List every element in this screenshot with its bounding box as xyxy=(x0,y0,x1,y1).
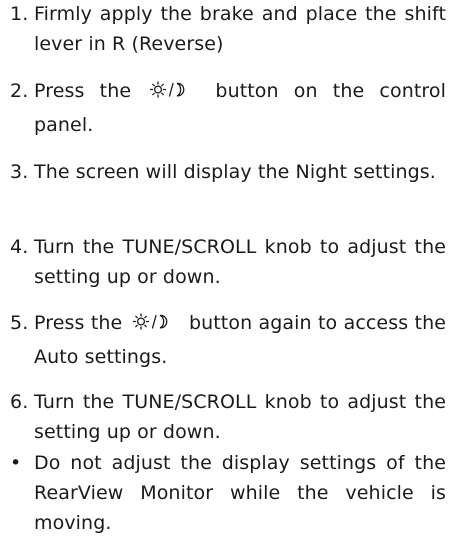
step-text: Press the xyxy=(34,308,446,372)
step-text-before: Press the xyxy=(34,80,132,102)
step-text: The screen will display the Night settin… xyxy=(34,161,436,183)
sun-moon-icon xyxy=(150,80,188,110)
step-3: 3. The screen will display the Night set… xyxy=(10,157,446,187)
step-text: Firmly apply the brake and place the shi… xyxy=(34,3,446,55)
step-4: 4. Turn the TUNE/SCROLL knob to adjust t… xyxy=(10,232,446,292)
step-number: 2. xyxy=(10,80,29,102)
step-6: 6. Turn the TUNE/SCROLL knob to adjust t… xyxy=(10,387,446,447)
step-text: Turn the TUNE/SCROLL knob to adjust the … xyxy=(34,391,446,443)
step-5: 5. Press the button again to access the … xyxy=(10,308,446,372)
instructions-page: 1. Firmly apply the brake and place the … xyxy=(0,0,460,534)
step-number: 4. xyxy=(10,236,29,258)
sun-moon-icon xyxy=(132,312,171,342)
step-number: 6. xyxy=(10,391,29,413)
step-text: Press the xyxy=(34,76,446,140)
step-2: 2. Press the button on the control panel… xyxy=(10,76,446,140)
step-1: 1. Firmly apply the brake and place the … xyxy=(10,0,446,59)
step-number: 1. xyxy=(10,3,29,25)
step-number: 5. xyxy=(10,312,29,334)
step-number: 3. xyxy=(10,161,29,183)
bullet-marker: • xyxy=(10,452,22,474)
step-text: Turn the TUNE/SCROLL knob to adjust the … xyxy=(34,236,446,288)
step-text-before: Press the xyxy=(34,312,123,334)
caution-note: • Do not adjust the display settings of … xyxy=(10,448,446,538)
note-text: Do not adjust the display settings of th… xyxy=(34,452,446,534)
